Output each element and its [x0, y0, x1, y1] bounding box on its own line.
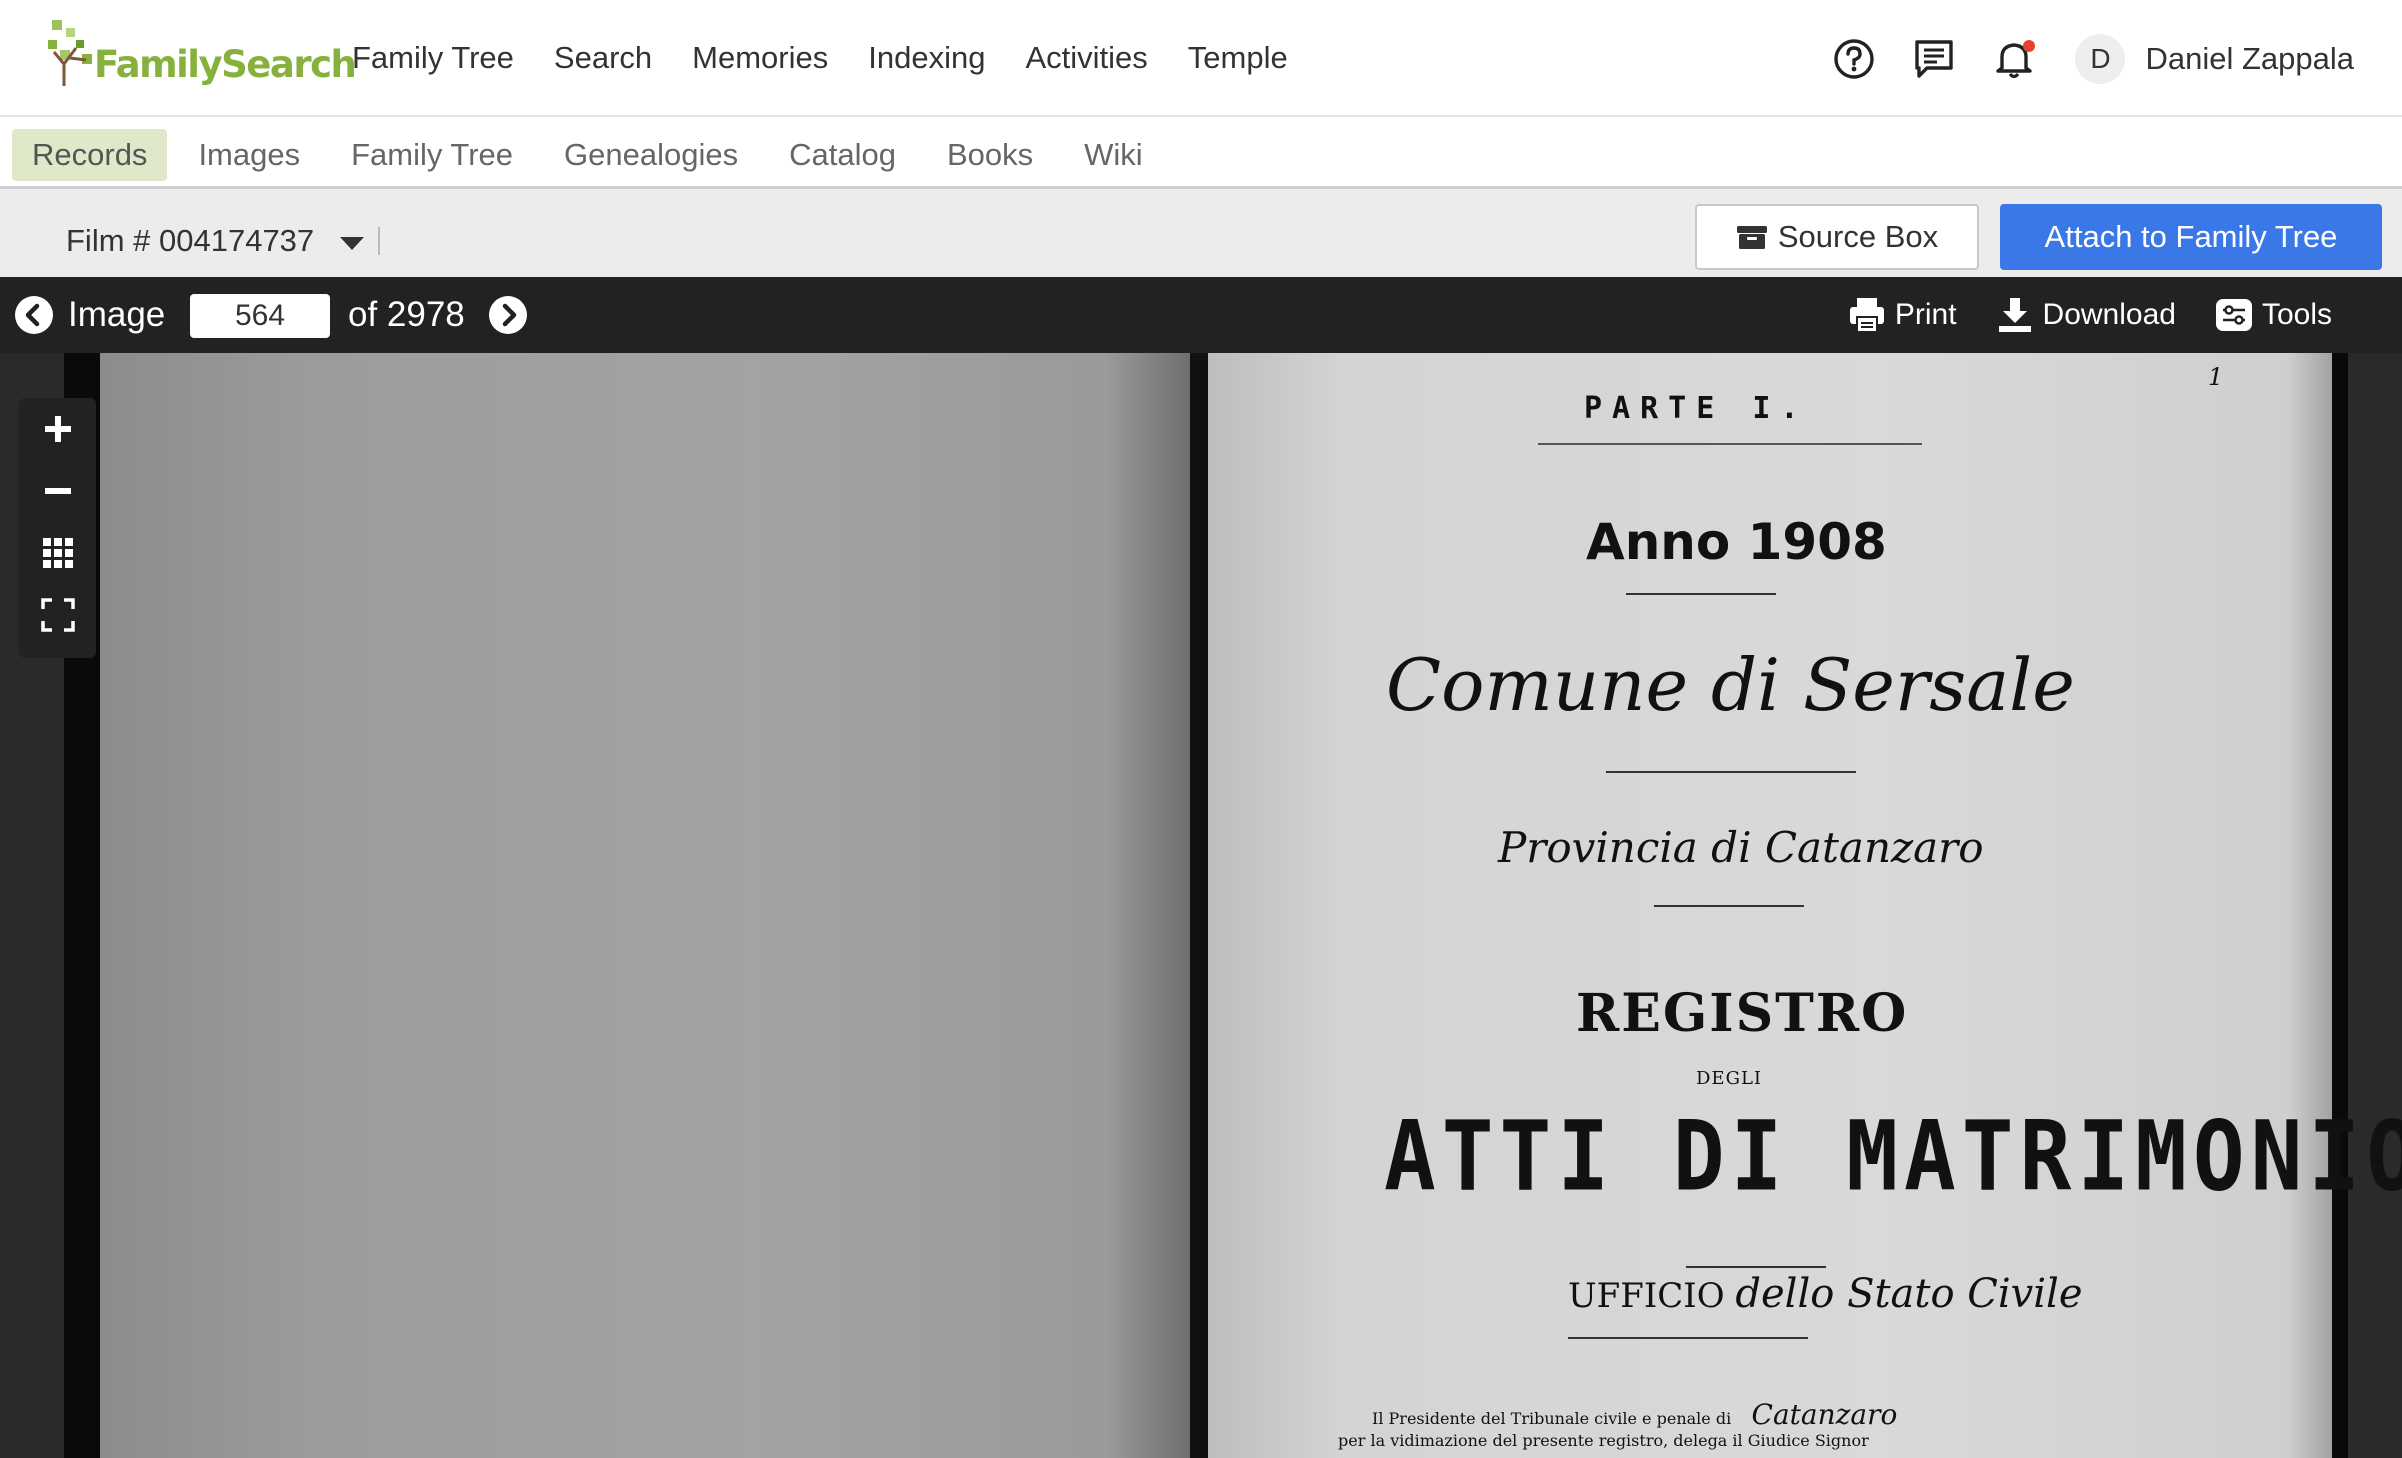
- tools-button[interactable]: Tools: [2214, 295, 2332, 335]
- nav-activities[interactable]: Activities: [1025, 40, 1147, 76]
- sliders-icon: [2215, 299, 2252, 331]
- familysearch-logo[interactable]: FamilySearch: [46, 16, 357, 88]
- top-navigation: FamilySearch Family Tree Search Memories…: [0, 0, 2402, 117]
- source-box-label: Source Box: [1777, 219, 1939, 254]
- doc-provincia: Provincia di Catanzaro: [1498, 823, 1984, 872]
- viewer-actions: Print Download Tools: [1809, 295, 2332, 335]
- divider: [1606, 771, 1856, 773]
- right-page: 1 PARTE I. Anno 1908 Comune di Sersale P…: [1208, 353, 2402, 1458]
- minus-icon: [44, 488, 71, 494]
- nav-indexing[interactable]: Indexing: [868, 40, 985, 76]
- print-button[interactable]: Print: [1847, 295, 1957, 335]
- divider: [1626, 593, 1776, 595]
- doc-parte: PARTE I.: [1584, 391, 1809, 426]
- next-image-button[interactable]: [489, 296, 527, 334]
- subnav-catalog[interactable]: Catalog: [769, 129, 916, 181]
- attach-to-family-tree-button[interactable]: Attach to Family Tree: [2000, 204, 2382, 270]
- subnav-wiki[interactable]: Wiki: [1064, 129, 1163, 181]
- doc-ufficio: UFFICIO dello Stato Civile: [1568, 1271, 2083, 1317]
- page-number: 1: [2208, 363, 2224, 391]
- left-page: [100, 353, 1194, 1458]
- subnav-books[interactable]: Books: [927, 129, 1053, 181]
- image-viewer[interactable]: 1 PARTE I. Anno 1908 Comune di Sersale P…: [0, 353, 2402, 1458]
- film-label: Film # 004174737: [66, 223, 315, 258]
- fullscreen-icon: [40, 598, 75, 632]
- image-label: Image: [68, 295, 166, 334]
- tools-label: Tools: [2261, 298, 2332, 331]
- sub-navigation: Records Images Family Tree Genealogies C…: [0, 117, 2402, 189]
- plus-icon: [44, 416, 71, 442]
- divider: [1568, 1337, 1808, 1339]
- nav-temple[interactable]: Temple: [1188, 40, 1288, 76]
- archive-box-icon: [1736, 226, 1767, 249]
- film-selector[interactable]: Film # 004174737: [66, 223, 381, 259]
- viewer-toolbar: Image of 2978 Print Download: [0, 277, 2402, 353]
- messages-icon[interactable]: [1911, 36, 1957, 82]
- image-total: of 2978: [348, 295, 465, 334]
- zoom-out-button[interactable]: [19, 460, 96, 522]
- download-button[interactable]: Download: [1995, 295, 2176, 335]
- utility-nav: D Daniel Zappala: [1797, 34, 2354, 84]
- doc-ufficio-handwritten: dello Stato Civile: [1735, 1271, 2083, 1317]
- doc-line-1-text: Il Presidente del Tribunale civile e pen…: [1372, 1409, 1732, 1428]
- previous-image-button[interactable]: [15, 296, 53, 334]
- nav-memories[interactable]: Memories: [692, 40, 828, 76]
- divider: [378, 227, 381, 255]
- subnav-family-tree[interactable]: Family Tree: [331, 129, 533, 181]
- divider: [1686, 1266, 1826, 1268]
- doc-anno: Anno 1908: [1586, 513, 1887, 571]
- doc-line-1-handwritten: Catanzaro: [1751, 1398, 1898, 1431]
- doc-line-2: per la vidimazione del presente registro…: [1338, 1431, 1869, 1450]
- printer-icon: [1849, 298, 1884, 333]
- chevron-left-icon: [25, 303, 40, 327]
- print-label: Print: [1894, 298, 1957, 331]
- doc-comune: Comune di Sersale: [1386, 643, 2075, 727]
- subnav-genealogies[interactable]: Genealogies: [544, 129, 758, 181]
- source-box-button[interactable]: Source Box: [1695, 204, 1979, 270]
- zoom-in-button[interactable]: [19, 398, 96, 460]
- user-name[interactable]: Daniel Zappala: [2145, 41, 2354, 77]
- help-icon[interactable]: [1831, 36, 1877, 82]
- subnav-images[interactable]: Images: [178, 129, 320, 181]
- main-nav: Family Tree Search Memories Indexing Act…: [352, 40, 1328, 76]
- doc-degli: DEGLI: [1696, 1068, 1763, 1089]
- download-icon: [1998, 298, 2031, 332]
- divider: [1654, 905, 1804, 907]
- doc-registro: REGISTRO: [1576, 983, 1909, 1044]
- nav-search[interactable]: Search: [554, 40, 652, 76]
- fullscreen-button[interactable]: [19, 584, 96, 646]
- grid-icon: [42, 538, 73, 568]
- nav-family-tree[interactable]: Family Tree: [352, 40, 514, 76]
- download-label: Download: [2042, 298, 2176, 331]
- subnav-records[interactable]: Records: [12, 129, 168, 181]
- image-number-input[interactable]: [190, 294, 330, 338]
- brand-name: FamilySearch: [94, 43, 357, 86]
- chevron-down-icon: [340, 236, 365, 250]
- chevron-right-icon: [502, 303, 517, 327]
- divider: [1538, 443, 1922, 445]
- doc-ufficio-label: UFFICIO: [1568, 1276, 1725, 1316]
- avatar[interactable]: D: [2075, 34, 2126, 84]
- notifications-icon[interactable]: [1991, 36, 2037, 82]
- doc-line-1: Il Presidente del Tribunale civile e pen…: [1372, 1398, 1897, 1431]
- film-bar: Film # 004174737 Source Box Attach to Fa…: [0, 189, 2402, 277]
- zoom-controls: [19, 398, 96, 658]
- doc-atti-di-matrimonio: ATTI DI MATRIMONIO: [1384, 1101, 2402, 1213]
- gallery-view-button[interactable]: [19, 522, 96, 584]
